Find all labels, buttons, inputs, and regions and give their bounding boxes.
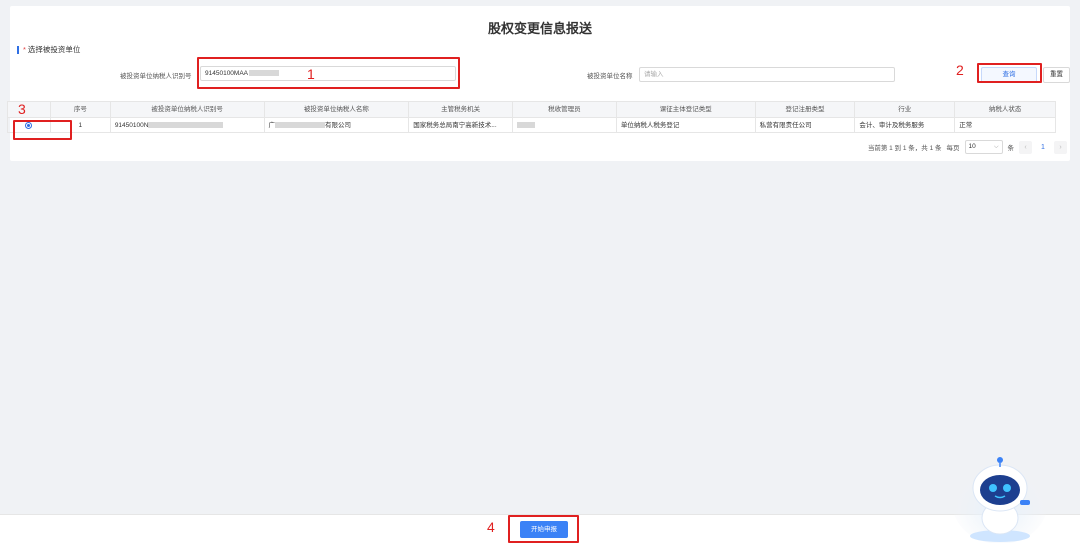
row-index: 1 bbox=[51, 118, 111, 132]
page-title: 股权变更信息报送 bbox=[487, 21, 592, 36]
row-status: 正常 bbox=[959, 122, 973, 129]
header-tax-authority: 主管税务机关 bbox=[409, 102, 514, 117]
annotation-number-1: 1 bbox=[307, 66, 315, 82]
row-manager-cell bbox=[513, 118, 617, 132]
page-size-select[interactable]: 10 ⌵ bbox=[964, 140, 1003, 154]
redacted-block bbox=[517, 122, 536, 129]
chevron-down-icon: ⌵ bbox=[993, 144, 999, 150]
header-taxid: 被投资单位纳税人识别号 bbox=[111, 102, 265, 117]
query-button[interactable]: 查询 bbox=[981, 67, 1037, 83]
row-reg-type: 私营有限责任公司 bbox=[756, 118, 856, 132]
row-reg-subject-type: 单位纳税人税务登记 bbox=[617, 118, 756, 132]
chevron-left-icon[interactable]: ‹ bbox=[1019, 140, 1032, 154]
page-number[interactable]: 1 bbox=[1037, 144, 1049, 151]
pager-summary: 当前第 1 到 1 条，共 1 条 bbox=[867, 145, 942, 152]
assistant-robot-icon[interactable] bbox=[950, 440, 1050, 543]
pagination: 当前第 1 到 1 条，共 1 条 每页 10 ⌵ 条 ‹ 1 › bbox=[868, 140, 1067, 154]
page-size-value: 10 bbox=[968, 143, 976, 150]
results-table: 序号 被投资单位纳税人识别号 被投资单位纳税人名称 主管税务机关 税收管理员 课… bbox=[7, 101, 1056, 133]
row-industry: 会计、审计及税务服务 bbox=[855, 118, 956, 132]
row-taxid-cell: 91450100N bbox=[111, 118, 265, 132]
header-industry: 行业 bbox=[855, 102, 956, 117]
header-index: 序号 bbox=[51, 102, 111, 117]
annotation-number-2: 2 bbox=[956, 62, 964, 78]
section-label: 选择被投资单位 bbox=[27, 45, 81, 54]
required-mark: * bbox=[23, 45, 26, 54]
redacted-block bbox=[275, 122, 326, 129]
section-bar bbox=[17, 45, 19, 54]
name-label: 被投资单位名称 bbox=[587, 73, 633, 80]
main-card: 股权变更信息报送 * 选择被投资单位 bbox=[10, 6, 1070, 161]
header-select bbox=[8, 102, 51, 117]
header-reg-subject-type: 课征主体登记类型 bbox=[617, 102, 756, 117]
table-header-row: 序号 被投资单位纳税人识别号 被投资单位纳税人名称 主管税务机关 税收管理员 课… bbox=[8, 102, 1055, 117]
pager-per-page-label: 每页 bbox=[946, 145, 960, 152]
annotation-number-4: 4 bbox=[487, 519, 495, 535]
row-name-suffix: 有限公司 bbox=[325, 122, 352, 129]
row-radio[interactable] bbox=[25, 121, 33, 129]
section-header: * 选择被投资单位 bbox=[17, 44, 80, 55]
reset-button[interactable]: 重置 bbox=[1043, 67, 1070, 83]
start-declare-button[interactable]: 开始申报 bbox=[520, 521, 568, 538]
taxid-value: 91450100MAA bbox=[205, 70, 249, 77]
header-name: 被投资单位纳税人名称 bbox=[265, 102, 410, 117]
row-name-cell: 广有限公司 bbox=[265, 118, 410, 132]
pager-unit: 条 bbox=[1007, 145, 1015, 152]
name-input[interactable]: 请输入 bbox=[639, 67, 895, 82]
row-taxid: 91450100N bbox=[114, 122, 149, 129]
table-row[interactable]: 1 91450100N 广有限公司 国家税务总局南宁高新技术... 单位纳税人税… bbox=[8, 117, 1055, 132]
taxid-input[interactable]: 91450100MAA bbox=[200, 66, 456, 81]
header-reg-type: 登记注册类型 bbox=[756, 102, 856, 117]
row-select-cell[interactable] bbox=[8, 118, 51, 132]
table-body: 1 91450100N 广有限公司 国家税务总局南宁高新技术... 单位纳税人税… bbox=[8, 117, 1055, 132]
redacted-block bbox=[148, 122, 224, 129]
row-tax-authority: 国家税务总局南宁高新技术... bbox=[409, 118, 514, 132]
chevron-right-icon[interactable]: › bbox=[1054, 140, 1067, 154]
taxid-label: 被投资单位纳税人识别号 bbox=[120, 73, 192, 80]
header-status: 纳税人状态 bbox=[988, 106, 1022, 113]
header-manager: 税收管理员 bbox=[513, 102, 617, 117]
annotation-number-3: 3 bbox=[18, 101, 26, 117]
redacted-block bbox=[249, 70, 280, 77]
